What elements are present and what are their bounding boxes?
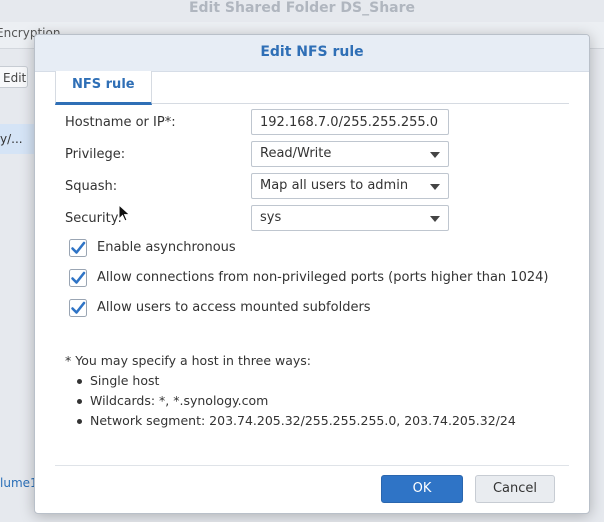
notes-item-text: Single host xyxy=(90,373,160,388)
bullet-icon xyxy=(77,399,82,404)
dialog-tabbar: NFS rule xyxy=(55,71,569,105)
footer-divider xyxy=(55,465,569,466)
edit-nfs-rule-dialog: Edit NFS rule NFS rule Hostname or IP*: … xyxy=(34,34,590,514)
host-format-notes: * You may specify a host in three ways: … xyxy=(65,351,516,431)
bullet-icon xyxy=(77,379,82,384)
checkbox-checked-icon[interactable] xyxy=(69,299,87,317)
security-select[interactable]: sys xyxy=(251,205,449,231)
privilege-select[interactable]: Read/Write xyxy=(251,141,449,167)
notes-item: Wildcards: *, *.synology.com xyxy=(65,391,516,411)
security-select-value: sys xyxy=(260,210,282,225)
chevron-down-icon xyxy=(430,216,440,222)
tab-nfs-rule[interactable]: NFS rule xyxy=(55,71,152,105)
squash-select-value: Map all users to admin xyxy=(260,178,409,193)
mouse-cursor-icon xyxy=(118,204,131,222)
checkbox-checked-icon[interactable] xyxy=(69,269,87,287)
chevron-down-icon xyxy=(430,184,440,190)
ok-button[interactable]: OK xyxy=(381,475,463,503)
checkbox-label-async: Enable asynchronous xyxy=(97,240,236,255)
checkbox-label-mounted-subfolders: Allow users to access mounted subfolders xyxy=(97,300,371,315)
squash-select[interactable]: Map all users to admin xyxy=(251,173,449,199)
bullet-icon xyxy=(77,419,82,424)
checkbox-checked-icon[interactable] xyxy=(69,239,87,257)
privilege-label: Privilege: xyxy=(65,147,126,162)
security-label: Security: xyxy=(65,211,122,226)
notes-intro: * You may specify a host in three ways: xyxy=(65,353,311,368)
checkbox-label-nonprivileged-ports: Allow connections from non-privileged po… xyxy=(97,270,549,285)
notes-item-text: Wildcards: *, *.synology.com xyxy=(90,393,269,408)
background-edit-button[interactable]: Edit xyxy=(0,66,28,88)
background-window-title: Edit Shared Folder DS_Share xyxy=(188,0,416,16)
dialog-header: Edit NFS rule xyxy=(35,35,589,72)
privilege-select-value: Read/Write xyxy=(260,146,332,161)
background-volume-text: lume1 xyxy=(0,476,38,490)
cancel-button[interactable]: Cancel xyxy=(475,475,555,503)
chevron-down-icon xyxy=(430,152,440,158)
hostname-label: Hostname or IP*: xyxy=(65,115,176,130)
squash-label: Squash: xyxy=(65,179,118,194)
notes-item: Single host xyxy=(65,371,516,391)
hostname-input[interactable] xyxy=(251,109,449,135)
notes-item: Network segment: 203.74.205.32/255.255.2… xyxy=(65,411,516,431)
dialog-title: Edit NFS rule xyxy=(260,44,364,60)
background-row-text: y/... xyxy=(0,132,23,146)
notes-item-text: Network segment: 203.74.205.32/255.255.2… xyxy=(90,413,516,428)
